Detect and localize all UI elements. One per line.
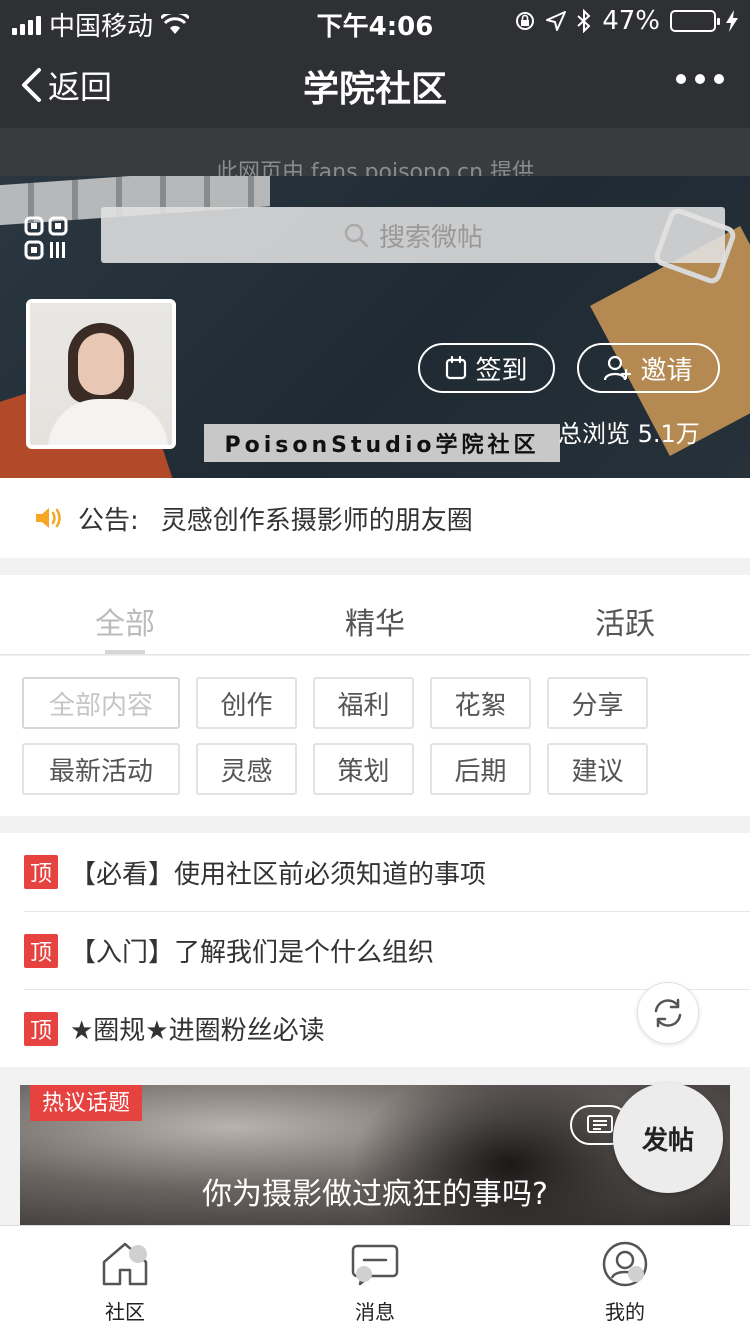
refresh-icon — [654, 998, 682, 1028]
pinned-post-title: 【入门】了解我们是个什么组织 — [70, 938, 435, 968]
category-chip[interactable]: 建议 — [547, 743, 648, 795]
category-chip[interactable]: 分享 — [547, 677, 648, 729]
calendar-icon — [446, 356, 467, 380]
tabbar-profile[interactable]: 我的 — [500, 1226, 750, 1334]
avatar-face — [78, 333, 124, 395]
total-views: 总浏览 5.1万 — [558, 420, 700, 448]
pinned-post-title: ★圈规★进圈粉丝必读 — [70, 1016, 325, 1046]
nav-bar: 返回 学院社区 — [0, 40, 750, 128]
pinned-badge: 顶 — [24, 1011, 58, 1046]
hot-topic-title: 你为摄影做过疯狂的事吗? — [202, 1177, 548, 1212]
tab-all[interactable]: 全部 — [0, 575, 250, 654]
profile-icon — [602, 1241, 648, 1287]
pinned-posts: 顶 【必看】使用社区前必须知道的事项 顶 【入门】了解我们是个什么组织 顶 ★圈… — [0, 833, 750, 1067]
hot-topic-tag: 热议话题 — [30, 1085, 143, 1121]
search-bar[interactable]: 搜索微帖 — [101, 207, 725, 263]
invite-button[interactable]: 邀请 — [577, 343, 720, 393]
community-header: 搜索微帖 签到 邀请 PoisonStudio学院社区 总浏览 5.1万 — [0, 176, 750, 478]
search-placeholder: 搜索微帖 — [378, 222, 483, 253]
qr-scan-button[interactable] — [24, 216, 68, 260]
category-chip[interactable]: 最新活动 — [22, 743, 180, 795]
pinned-badge: 顶 — [24, 855, 58, 889]
more-dot-icon — [714, 74, 724, 84]
more-menu-button[interactable] — [676, 74, 724, 84]
category-chip[interactable]: 策划 — [313, 743, 414, 795]
search-icon — [344, 223, 369, 248]
community-name: PoisonStudio学院社区 — [204, 424, 560, 462]
message-icon — [351, 1244, 399, 1286]
charging-icon — [726, 10, 738, 32]
status-bar: 中国移动 下午4:06 47% — [0, 0, 750, 42]
more-dot-icon — [695, 74, 705, 84]
battery-icon — [670, 10, 720, 32]
page-title: 学院社区 — [302, 69, 447, 110]
invite-label: 邀请 — [640, 355, 693, 386]
add-user-icon — [604, 355, 632, 381]
category-chip[interactable]: 福利 — [313, 677, 414, 729]
tab-featured[interactable]: 精华 — [250, 575, 500, 654]
speaker-icon — [36, 508, 61, 528]
tabbar-label: 我的 — [605, 1300, 645, 1324]
checkin-label: 签到 — [475, 355, 528, 386]
category-chip[interactable]: 创作 — [196, 677, 297, 729]
community-icon — [102, 1242, 148, 1286]
qr-code-icon — [24, 216, 68, 260]
tabbar-label: 社区 — [105, 1300, 145, 1324]
community-avatar[interactable] — [26, 299, 176, 449]
more-dot-icon — [676, 74, 686, 84]
category-chip[interactable]: 花絮 — [430, 677, 531, 729]
category-filter: 全部内容 创作 福利 花絮 分享 最新活动 灵感 策划 后期 建议 — [0, 656, 750, 816]
pinned-post[interactable]: 顶 【入门】了解我们是个什么组织 — [24, 911, 750, 989]
battery-percent: 47% — [602, 6, 660, 36]
pinned-badge: 顶 — [24, 933, 58, 968]
announcement-label: 公告: — [78, 505, 139, 536]
announcement-text: 灵感创作系摄影师的朋友圈 — [160, 505, 473, 536]
avatar-body — [48, 399, 168, 445]
tabbar-label: 消息 — [355, 1300, 395, 1324]
pinned-post[interactable]: 顶 【必看】使用社区前必须知道的事项 — [24, 833, 750, 911]
feed-tabs: 全部 精华 活跃 — [0, 575, 750, 655]
checkin-button[interactable]: 签到 — [418, 343, 555, 393]
category-chip-all[interactable]: 全部内容 — [22, 677, 180, 729]
location-icon — [546, 11, 567, 31]
status-right: 47% — [514, 6, 738, 36]
tab-active[interactable]: 活跃 — [500, 575, 750, 654]
lock-rotation-icon — [516, 12, 535, 30]
tabbar-messages[interactable]: 消息 — [250, 1226, 500, 1334]
tabbar-community[interactable]: 社区 — [0, 1226, 250, 1334]
refresh-button[interactable] — [637, 982, 699, 1044]
category-chip[interactable]: 后期 — [430, 743, 531, 795]
bluetooth-icon — [577, 9, 591, 33]
new-post-button[interactable]: 发帖 — [613, 1083, 723, 1193]
announcement-bar[interactable]: 公告: 灵感创作系摄影师的朋友圈 — [0, 478, 750, 558]
pinned-post-title: 【必看】使用社区前必须知道的事项 — [70, 859, 487, 890]
category-chip[interactable]: 灵感 — [196, 743, 297, 795]
bottom-tab-bar: 社区 消息 我的 — [0, 1225, 750, 1334]
